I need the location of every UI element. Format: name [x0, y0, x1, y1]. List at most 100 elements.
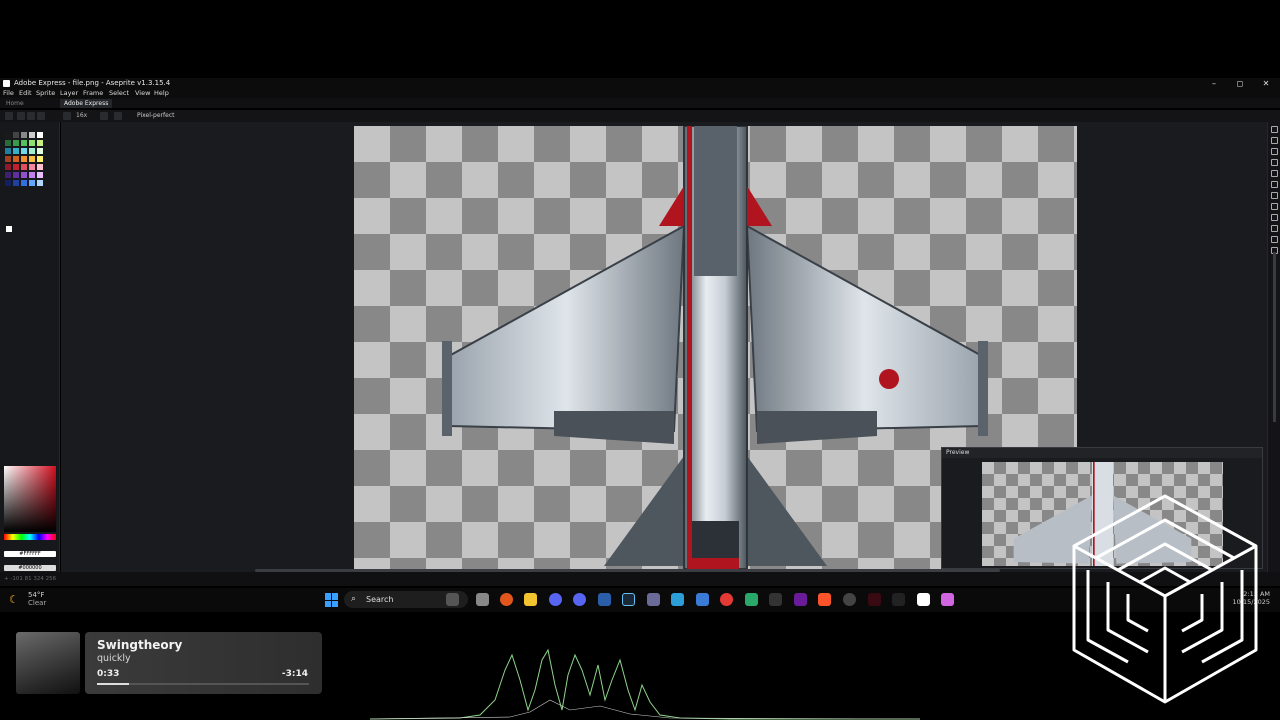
- file-explorer-icon[interactable]: [524, 593, 537, 606]
- palette-swatch[interactable]: [5, 180, 11, 186]
- fill-tool-icon[interactable]: [1271, 192, 1278, 199]
- palette-swatch[interactable]: [29, 132, 35, 138]
- palette-swatch[interactable]: [13, 164, 19, 170]
- palette-swatch[interactable]: [29, 180, 35, 186]
- palette-swatch[interactable]: [21, 172, 27, 178]
- palette-swatch[interactable]: [21, 148, 27, 154]
- menu-file[interactable]: File: [3, 89, 14, 98]
- palette-swatch[interactable]: [13, 156, 19, 162]
- toolbar-button[interactable]: [5, 112, 13, 120]
- context-toolbar: 16x Pixel-perfect: [0, 110, 1280, 122]
- palette-swatch[interactable]: [37, 180, 43, 186]
- menu-select[interactable]: Select: [109, 89, 129, 98]
- tab-document[interactable]: Adobe Express: [60, 99, 113, 108]
- palette-swatch[interactable]: [21, 180, 27, 186]
- palette-swatch[interactable]: [5, 132, 11, 138]
- media-card[interactable]: Swingtheory quickly 0:33 -3:14: [85, 632, 322, 694]
- settings-icon[interactable]: [843, 593, 856, 606]
- fg-hex-field[interactable]: #FFFFFF: [4, 551, 56, 557]
- palette-swatch[interactable]: [21, 156, 27, 162]
- eyedropper-tool-icon[interactable]: [1271, 159, 1278, 166]
- palette-swatch[interactable]: [5, 172, 11, 178]
- menu-sprite[interactable]: Sprite: [36, 89, 55, 98]
- app-icon[interactable]: [917, 593, 930, 606]
- palette-swatch[interactable]: [29, 156, 35, 162]
- weather-widget[interactable]: 54°F Clear: [28, 591, 46, 607]
- pixel-perfect-toggle[interactable]: Pixel-perfect: [137, 110, 174, 122]
- palette-swatch[interactable]: [37, 156, 43, 162]
- maximize-button[interactable]: ◻: [1227, 78, 1253, 89]
- toolbar-button[interactable]: [63, 112, 71, 120]
- circle-icon[interactable]: [114, 112, 122, 120]
- progress-track[interactable]: [97, 683, 309, 685]
- palette-swatch[interactable]: [29, 164, 35, 170]
- tab-home[interactable]: Home: [2, 99, 28, 108]
- palette-swatch[interactable]: [13, 180, 19, 186]
- palette-swatch[interactable]: [37, 164, 43, 170]
- palette-swatch[interactable]: [5, 156, 11, 162]
- palette-swatch[interactable]: [37, 172, 43, 178]
- palette-swatch[interactable]: [5, 148, 11, 154]
- line-tool-icon[interactable]: [1271, 203, 1278, 210]
- foreground-swatch[interactable]: [6, 226, 12, 232]
- app-icon[interactable]: [745, 593, 758, 606]
- menu-layer[interactable]: Layer: [60, 89, 78, 98]
- minimize-button[interactable]: –: [1201, 78, 1227, 89]
- palette-swatch[interactable]: [21, 140, 27, 146]
- palette-swatch[interactable]: [13, 140, 19, 146]
- brush-icon[interactable]: [100, 112, 108, 120]
- marquee-tool-icon[interactable]: [1271, 126, 1278, 133]
- palette-swatch[interactable]: [29, 148, 35, 154]
- menu-frame[interactable]: Frame: [83, 89, 103, 98]
- firefox-icon[interactable]: [500, 593, 513, 606]
- palette-swatch[interactable]: [29, 140, 35, 146]
- messenger-icon[interactable]: [549, 593, 562, 606]
- app-icon[interactable]: [720, 593, 733, 606]
- app-icon[interactable]: [769, 593, 782, 606]
- menu-edit[interactable]: Edit: [19, 89, 32, 98]
- move-tool-icon[interactable]: [1271, 181, 1278, 188]
- palette-swatch[interactable]: [37, 140, 43, 146]
- rectangle-tool-icon[interactable]: [1271, 214, 1278, 221]
- copilot-icon[interactable]: [446, 593, 459, 606]
- brave-icon[interactable]: [818, 593, 831, 606]
- vertical-scrollbar[interactable]: [1273, 252, 1276, 422]
- color-picker[interactable]: [4, 466, 56, 532]
- palette-swatch[interactable]: [21, 132, 27, 138]
- windows-start-icon[interactable]: [325, 593, 339, 607]
- palette-swatch[interactable]: [13, 132, 19, 138]
- lasso-tool-icon[interactable]: [1271, 225, 1278, 232]
- steam-icon[interactable]: [622, 593, 635, 606]
- app-icon[interactable]: [671, 593, 684, 606]
- app-icon[interactable]: [647, 593, 660, 606]
- palette-swatch[interactable]: [5, 164, 11, 170]
- palette-swatch[interactable]: [13, 148, 19, 154]
- aseprite-icon[interactable]: [941, 593, 954, 606]
- close-button[interactable]: ✕: [1253, 78, 1279, 89]
- palette-swatch[interactable]: [37, 148, 43, 154]
- hue-slider[interactable]: [4, 534, 56, 540]
- palette-swatch[interactable]: [37, 132, 43, 138]
- calculator-icon[interactable]: [696, 593, 709, 606]
- toolbar-button[interactable]: [27, 112, 35, 120]
- app-icon[interactable]: [794, 593, 807, 606]
- zoom-label[interactable]: 16x: [76, 110, 87, 122]
- blur-tool-icon[interactable]: [1271, 236, 1278, 243]
- zoom-tool-icon[interactable]: [1271, 170, 1278, 177]
- task-view-icon[interactable]: [476, 593, 489, 606]
- menu-help[interactable]: Help: [154, 89, 169, 98]
- app-icon[interactable]: [598, 593, 611, 606]
- palette-swatch[interactable]: [21, 164, 27, 170]
- palette-swatch[interactable]: [29, 172, 35, 178]
- app-icon[interactable]: [892, 593, 905, 606]
- discord-icon[interactable]: [573, 593, 586, 606]
- toolbar-button[interactable]: [17, 112, 25, 120]
- bg-hex-field[interactable]: #000000: [4, 565, 56, 571]
- palette-swatch[interactable]: [13, 172, 19, 178]
- app-icon[interactable]: [868, 593, 881, 606]
- toolbar-button[interactable]: [37, 112, 45, 120]
- pencil-tool-icon[interactable]: [1271, 137, 1278, 144]
- eraser-tool-icon[interactable]: [1271, 148, 1278, 155]
- palette-swatch[interactable]: [5, 140, 11, 146]
- menu-view[interactable]: View: [135, 89, 150, 98]
